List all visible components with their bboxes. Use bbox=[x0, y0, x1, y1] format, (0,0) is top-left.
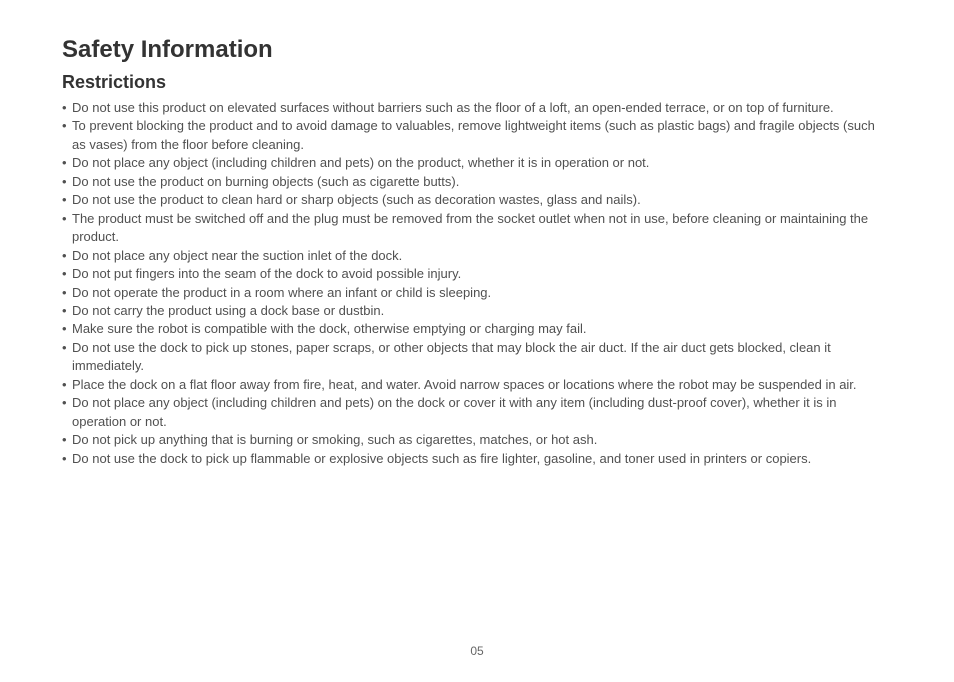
page-title: Safety Information bbox=[62, 36, 892, 64]
list-item: Do not put fingers into the seam of the … bbox=[62, 265, 892, 283]
list-item: Do not use the product on burning object… bbox=[62, 173, 892, 191]
list-item: Do not use this product on elevated surf… bbox=[62, 99, 892, 117]
list-item: Place the dock on a flat floor away from… bbox=[62, 376, 892, 394]
list-item: Do not operate the product in a room whe… bbox=[62, 284, 892, 302]
list-item: Do not use the dock to pick up stones, p… bbox=[62, 339, 892, 376]
list-item: The product must be switched off and the… bbox=[62, 210, 892, 247]
list-item: Do not pick up anything that is burning … bbox=[62, 431, 892, 449]
document-page: Safety Information Restrictions Do not u… bbox=[0, 0, 954, 468]
list-item: Do not place any object near the suction… bbox=[62, 247, 892, 265]
page-number: 05 bbox=[0, 644, 954, 658]
restrictions-list: Do not use this product on elevated surf… bbox=[62, 99, 892, 468]
section-subtitle: Restrictions bbox=[62, 72, 892, 93]
list-item: Do not use the product to clean hard or … bbox=[62, 191, 892, 209]
list-item: Do not place any object (including child… bbox=[62, 154, 892, 172]
list-item: Do not place any object (including child… bbox=[62, 394, 892, 431]
list-item: Do not carry the product using a dock ba… bbox=[62, 302, 892, 320]
list-item: To prevent blocking the product and to a… bbox=[62, 117, 892, 154]
list-item: Make sure the robot is compatible with t… bbox=[62, 320, 892, 338]
list-item: Do not use the dock to pick up flammable… bbox=[62, 450, 892, 468]
